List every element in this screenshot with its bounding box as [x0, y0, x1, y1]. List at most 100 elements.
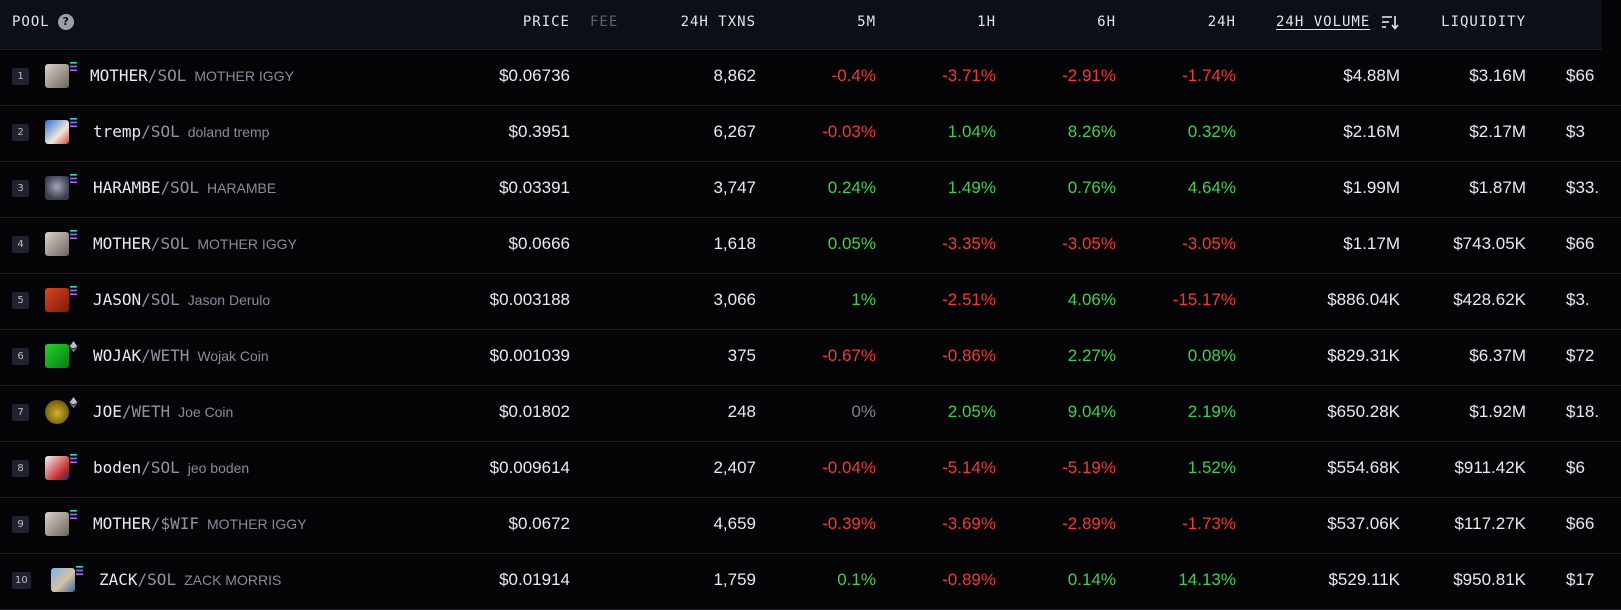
quote-token-symbol: WETH	[150, 346, 190, 365]
fdv-cell: $66	[1566, 234, 1595, 253]
table-row[interactable]: 9 MOTHER/$WIF MOTHER IGGY $0.0672 4,659 -…	[0, 497, 1621, 554]
txns-cell: 3,747	[713, 178, 756, 197]
column-header-1h[interactable]: 1H	[920, 0, 996, 49]
base-token-symbol: HARAMBE	[93, 178, 161, 197]
fdv-cell: $66	[1566, 514, 1595, 533]
pool-pair[interactable]: tremp/SOL doland tremp	[93, 105, 269, 161]
column-header-liquidity[interactable]: LIQUIDITY	[1410, 0, 1526, 49]
change-5m-cell: -0.04%	[822, 458, 876, 477]
change-6h-cell: -3.05%	[1062, 234, 1116, 253]
rank-badge: 10	[12, 572, 31, 589]
pair-separator: /	[141, 122, 151, 141]
rank-badge: 7	[12, 404, 29, 421]
quote-token-symbol: WETH	[131, 402, 171, 421]
base-token-symbol: MOTHER	[93, 514, 151, 533]
column-header-txns[interactable]: 24H TXNS	[650, 0, 756, 49]
base-token-symbol: JOE	[93, 402, 122, 421]
change-5m-cell: 0%	[851, 402, 876, 421]
volume-cell: $554.68K	[1327, 458, 1400, 477]
token-name: Jason Derulo	[187, 292, 271, 308]
volume-cell: $1.99M	[1343, 178, 1400, 197]
solana-chain-icon	[70, 454, 77, 463]
table-row[interactable]: 10 ZACK/SOL ZACK MORRIS $0.01914 1,759 0.…	[0, 553, 1621, 610]
column-header-6h[interactable]: 6H	[1040, 0, 1116, 49]
liquidity-cell: $428.62K	[1453, 290, 1526, 309]
quote-token-symbol: SOL	[170, 178, 199, 197]
change-24h-cell: 1.52%	[1187, 458, 1236, 477]
table-row[interactable]: 1 MOTHER/SOL MOTHER IGGY $0.06736 8,862 -…	[0, 49, 1621, 106]
pool-pair[interactable]: JOE/WETH Joe Coin	[93, 385, 233, 441]
pool-pair[interactable]: JASON/SOL Jason Derulo	[93, 273, 270, 329]
column-header-price[interactable]: PRICE	[470, 0, 570, 49]
quote-token-symbol: $WIF	[160, 514, 199, 533]
table-row[interactable]: 6 WOJAK/WETH Wojak Coin $0.001039 375 -0.…	[0, 329, 1621, 386]
change-1h-cell: -3.69%	[942, 514, 996, 533]
rank-badge: 6	[12, 348, 29, 365]
pool-pair[interactable]: MOTHER/$WIF MOTHER IGGY	[93, 497, 307, 553]
change-24h-cell: 0.08%	[1187, 346, 1236, 365]
change-6h-cell: 0.14%	[1067, 570, 1116, 589]
volume-cell: $4.88M	[1343, 66, 1400, 85]
base-token-symbol: JASON	[93, 290, 142, 309]
column-header-volume[interactable]: 24H VOLUME	[1276, 0, 1370, 49]
help-icon[interactable]: ?	[57, 14, 74, 30]
liquidity-cell: $1.87M	[1469, 178, 1526, 197]
table-row[interactable]: 5 JASON/SOL Jason Derulo $0.003188 3,066 …	[0, 273, 1621, 330]
pool-pair[interactable]: boden/SOL jeo boden	[93, 441, 249, 497]
fdv-cell: $72	[1566, 346, 1595, 365]
solana-chain-icon	[70, 174, 77, 183]
volume-cell: $529.11K	[1328, 570, 1400, 589]
liquidity-cell: $743.05K	[1453, 234, 1526, 253]
pool-pair[interactable]: MOTHER/SOL MOTHER IGGY	[93, 217, 297, 273]
price-cell: $0.009614	[489, 458, 570, 477]
change-5m-cell: -0.39%	[822, 514, 876, 533]
change-5m-cell: 1%	[851, 290, 876, 309]
solana-chain-icon	[70, 510, 77, 519]
volume-cell: $886.04K	[1327, 290, 1400, 309]
volume-cell: $1.17M	[1343, 234, 1400, 253]
table-header: POOL? PRICE FEE 24H TXNS 5M 1H 6H 24H 24…	[0, 0, 1602, 50]
base-token-symbol: MOTHER	[93, 234, 151, 253]
pair-separator: /	[137, 570, 148, 589]
fdv-cell: $3	[1566, 122, 1585, 141]
ethereum-chain-icon	[69, 341, 78, 352]
change-1h-cell: 2.05%	[947, 402, 996, 421]
volume-cell: $2.16M	[1343, 122, 1400, 141]
pool-pair[interactable]: MOTHER/SOL MOTHER IGGY	[90, 49, 294, 105]
change-5m-cell: 0.05%	[827, 234, 876, 253]
column-header-pool[interactable]: POOL?	[12, 0, 74, 49]
quote-token-symbol: SOL	[147, 570, 177, 589]
token-name: MOTHER IGGY	[194, 68, 294, 84]
volume-cell: $829.31K	[1327, 346, 1400, 365]
txns-cell: 2,407	[713, 458, 756, 477]
rank-badge: 2	[12, 124, 29, 141]
column-header-fee[interactable]: FEE	[590, 0, 640, 49]
table-row[interactable]: 7 JOE/WETH Joe Coin $0.01802 248 0% 2.05%…	[0, 385, 1621, 442]
txns-cell: 8,862	[713, 66, 756, 85]
pair-separator: /	[150, 514, 161, 533]
liquidity-cell: $6.37M	[1469, 346, 1526, 365]
pool-pair[interactable]: ZACK/SOL ZACK MORRIS	[99, 553, 281, 609]
sort-desc-icon[interactable]	[1381, 13, 1399, 31]
token-name: Wojak Coin	[197, 348, 269, 364]
pool-header-label: POOL	[12, 14, 50, 30]
pool-pair[interactable]: HARAMBE/SOL HARAMBE	[93, 161, 276, 217]
ethereum-chain-icon	[69, 397, 78, 408]
price-cell: $0.003188	[489, 290, 570, 309]
pair-separator: /	[160, 178, 171, 197]
solana-chain-icon	[70, 230, 77, 239]
txns-cell: 6,267	[713, 122, 756, 141]
table-row[interactable]: 2 tremp/SOL doland tremp $0.3951 6,267 -0…	[0, 105, 1621, 162]
liquidity-cell: $1.92M	[1469, 402, 1526, 421]
token-name: HARAMBE	[206, 180, 277, 196]
base-token-symbol: boden	[93, 458, 142, 477]
token-avatar	[45, 176, 69, 200]
price-cell: $0.3951	[508, 122, 570, 141]
table-row[interactable]: 3 HARAMBE/SOL HARAMBE $0.03391 3,747 0.24…	[0, 161, 1621, 218]
token-name: MOTHER IGGY	[206, 516, 307, 532]
table-row[interactable]: 8 boden/SOL jeo boden $0.009614 2,407 -0.…	[0, 441, 1621, 498]
column-header-24h[interactable]: 24H	[1160, 0, 1236, 49]
column-header-5m[interactable]: 5M	[800, 0, 876, 49]
table-row[interactable]: 4 MOTHER/SOL MOTHER IGGY $0.0666 1,618 0.…	[0, 217, 1621, 274]
pool-pair[interactable]: WOJAK/WETH Wojak Coin	[93, 329, 269, 385]
